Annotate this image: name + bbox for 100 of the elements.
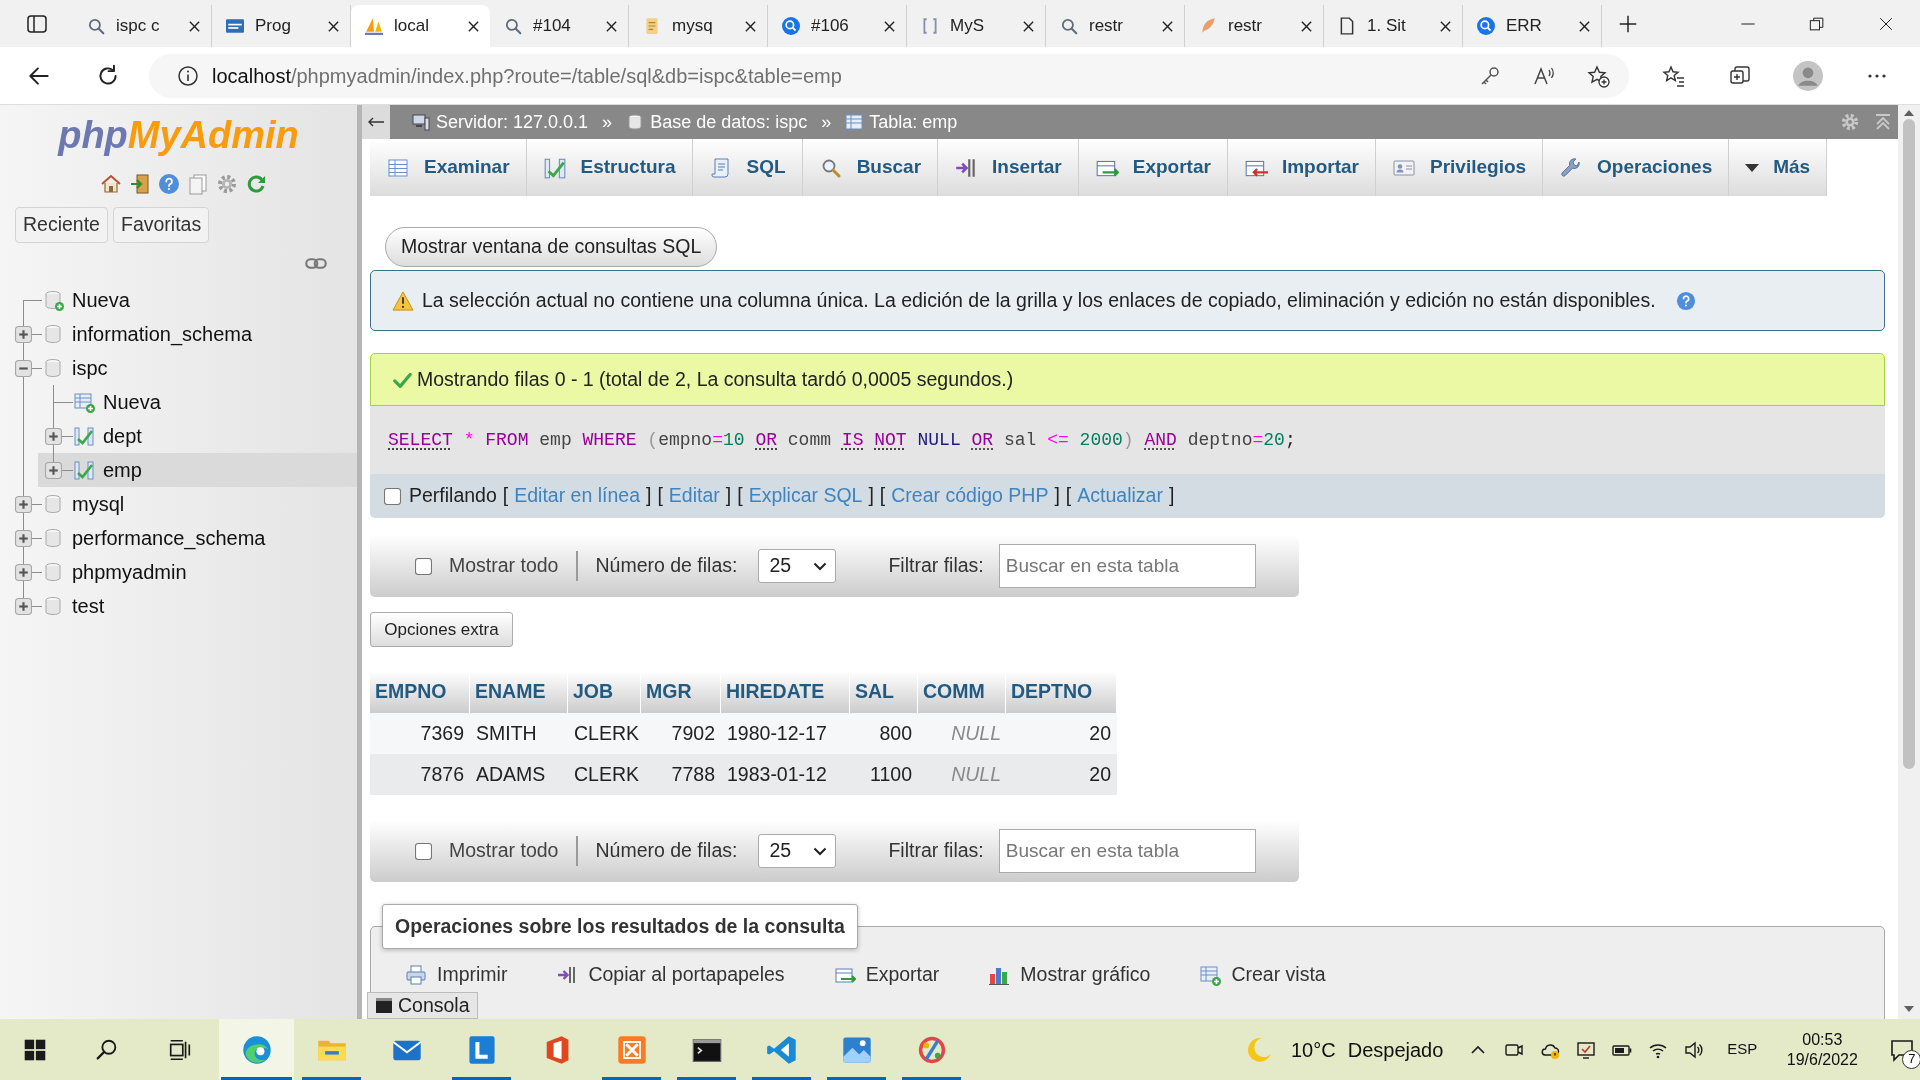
checkbox[interactable] <box>415 842 432 860</box>
action-link[interactable]: Mostrar gráfico <box>988 960 1151 990</box>
scroll-down-icon[interactable] <box>1904 1006 1914 1013</box>
menu-tab[interactable]: Importar <box>1227 139 1376 196</box>
tree-item[interactable]: phpmyadmin <box>8 555 357 589</box>
help-icon[interactable] <box>1675 290 1696 311</box>
panel-button[interactable]: Reciente <box>15 207 108 243</box>
breadcrumb-link[interactable]: Base de datos: ispc <box>626 108 808 136</box>
column-header[interactable]: EMPNO <box>370 671 470 713</box>
expand-icon[interactable] <box>14 529 32 547</box>
filter-field[interactable]: Buscar en esta tabla <box>998 544 1256 588</box>
extra-options-button[interactable]: Opciones extra <box>370 612 513 647</box>
menu-tab[interactable]: Examinar <box>370 139 527 196</box>
collapse-icon[interactable] <box>14 359 32 377</box>
expand-icon[interactable] <box>14 563 32 581</box>
close-icon[interactable] <box>467 19 480 33</box>
expand-icon[interactable] <box>14 597 32 615</box>
close-icon[interactable] <box>1022 19 1035 33</box>
breadcrumb-link[interactable]: Servidor: 127.0.0.1 <box>412 108 589 136</box>
keyword-link[interactable]: IS <box>841 429 875 450</box>
close-icon[interactable] <box>1578 19 1591 33</box>
menu-tab[interactable]: Privilegios <box>1376 139 1544 196</box>
document-icon <box>643 17 661 35</box>
left-arrow-icon[interactable] <box>367 116 385 128</box>
expand-icon[interactable] <box>14 325 32 343</box>
info-icon[interactable] <box>177 64 199 87</box>
rows-select[interactable]: 25 <box>758 549 837 583</box>
checkbox[interactable] <box>384 487 401 505</box>
home-icon[interactable] <box>100 173 122 195</box>
help-icon[interactable] <box>158 173 180 195</box>
close-icon[interactable] <box>1161 19 1174 33</box>
close-icon[interactable] <box>327 19 340 33</box>
menu-tab[interactable]: SQL <box>692 139 803 196</box>
table-cell-text: 1100 <box>869 761 913 787</box>
console-tab[interactable]: Consola <box>367 992 478 1019</box>
keyword-link[interactable]: AND <box>1144 429 1188 450</box>
exit-icon[interactable] <box>129 173 151 195</box>
column-header[interactable]: SAL <box>850 671 918 713</box>
tree-item[interactable]: emp <box>38 453 357 487</box>
tree-item[interactable]: ispc <box>8 351 357 385</box>
temperature[interactable]: 10°C <box>1291 1034 1336 1065</box>
close-icon[interactable] <box>188 19 201 33</box>
tab-actions-icon[interactable] <box>25 12 48 35</box>
browser-tab[interactable]: local <box>351 5 490 47</box>
action-link[interactable]: Imprimir <box>405 960 508 990</box>
favorites-icon[interactable] <box>1662 63 1686 88</box>
tree-item[interactable]: dept <box>38 419 357 453</box>
action-link[interactable]: Crear vista <box>1199 960 1326 990</box>
column-header[interactable]: MGR <box>641 671 721 713</box>
column-header[interactable]: DEPTNO <box>1006 671 1117 713</box>
keyword-link[interactable]: OR <box>755 429 788 450</box>
tree-item[interactable]: Nueva <box>8 283 357 317</box>
close-icon[interactable] <box>883 19 896 33</box>
menu-tab[interactable]: Operaciones <box>1543 139 1730 196</box>
column-header[interactable]: HIREDATE <box>721 671 850 713</box>
tree-item[interactable]: performance_schema <box>8 521 357 555</box>
clock[interactable]: 00:53 19/6/2022 <box>1767 1029 1878 1070</box>
expand-icon[interactable] <box>45 427 62 445</box>
tree-item[interactable]: information_schema <box>8 317 357 351</box>
language-indicator[interactable]: ESP <box>1727 1038 1758 1061</box>
scrollbar[interactable] <box>1898 105 1920 1019</box>
speaker-icon[interactable] <box>1684 1039 1705 1060</box>
panel-button[interactable]: Favoritas <box>112 207 210 243</box>
tree-item[interactable]: test <box>8 589 357 623</box>
menu-tab[interactable]: Insertar <box>938 139 1079 196</box>
close-icon[interactable] <box>744 19 757 33</box>
scroll-up-icon[interactable] <box>1904 109 1914 116</box>
start-menu-icon[interactable] <box>23 1037 47 1062</box>
column-header[interactable]: ENAME <box>470 671 568 713</box>
close-icon[interactable] <box>1300 19 1313 33</box>
star-plus-icon[interactable] <box>1586 63 1610 88</box>
keyword-link[interactable]: NOT <box>874 429 918 450</box>
action-link[interactable]: Copiar al portapapeles <box>556 960 785 990</box>
column-header[interactable]: COMM <box>918 671 1006 713</box>
profile-avatar-icon[interactable] <box>1793 60 1823 91</box>
column-header[interactable]: JOB <box>568 671 641 713</box>
breadcrumb-link[interactable]: Tabla: emp <box>845 108 958 136</box>
close-icon[interactable] <box>1439 19 1452 33</box>
weather-condition[interactable]: Despejado <box>1347 1034 1444 1065</box>
keyword-link[interactable]: OR <box>971 429 1004 450</box>
tree-item[interactable]: mysql <box>8 487 357 521</box>
checkbox[interactable] <box>415 557 432 575</box>
menu-tab[interactable]: Estructura <box>526 139 693 196</box>
address-bar[interactable]: localhost/phpmyadmin/index.php?route=/table/sql&db=ispc&table=emp <box>149 53 1629 98</box>
menu-tab[interactable]: Más <box>1729 139 1828 196</box>
database-icon <box>42 595 64 617</box>
sql-window-button[interactable]: Mostrar ventana de consultas SQL <box>385 227 718 267</box>
expand-icon[interactable] <box>45 461 62 479</box>
close-icon[interactable] <box>605 19 618 33</box>
link-icon[interactable] <box>305 257 327 270</box>
monitor-icon[interactable] <box>1576 1039 1597 1060</box>
rows-select[interactable]: 25 <box>758 834 837 868</box>
keyword-link[interactable]: SELECT <box>388 429 464 450</box>
menu-tab[interactable]: Exportar <box>1078 139 1228 196</box>
menu-tab[interactable]: Buscar <box>802 139 939 196</box>
expand-icon[interactable] <box>14 495 32 513</box>
tree-item[interactable]: Nueva <box>38 385 357 419</box>
logo[interactable]: phpMyAdmin <box>58 113 299 157</box>
action-link[interactable]: Exportar <box>833 960 940 990</box>
filter-field[interactable]: Buscar en esta tabla <box>998 829 1256 873</box>
